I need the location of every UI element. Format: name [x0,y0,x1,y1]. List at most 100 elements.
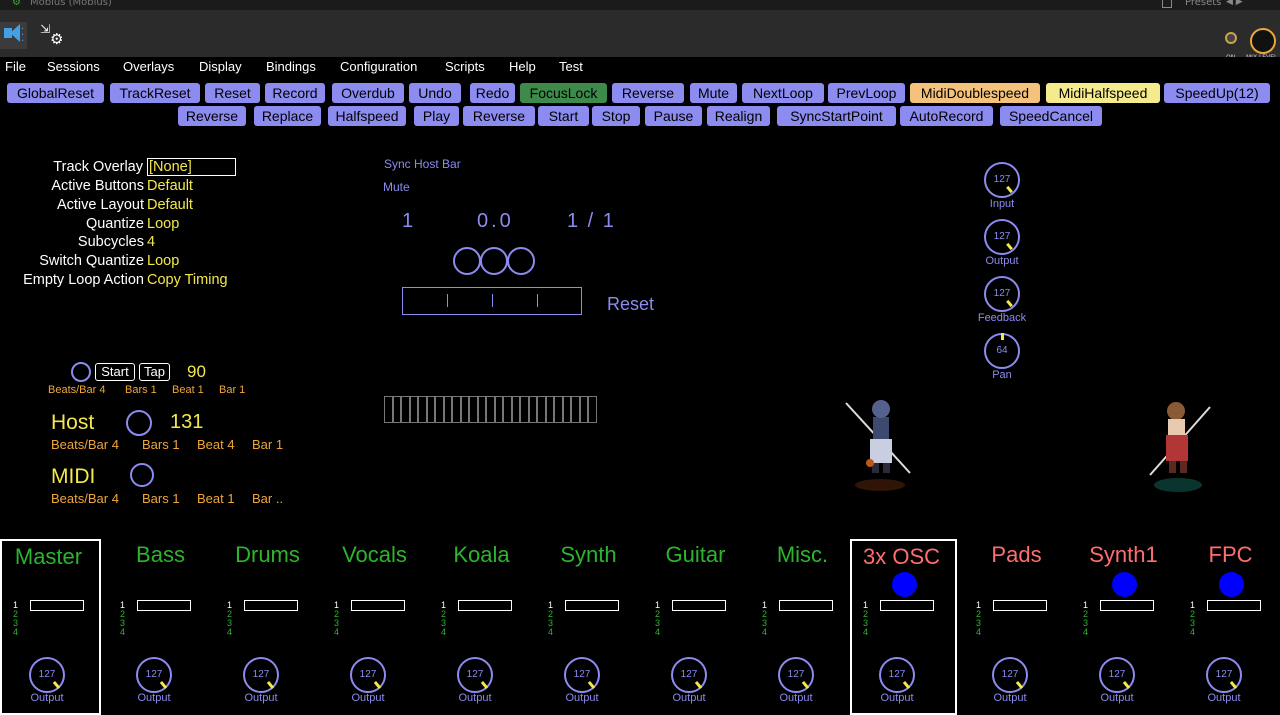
track-drums[interactable]: Drums 1 2 3 4 127 Output [214,539,321,715]
grid-icon[interactable] [1162,0,1172,8]
menu-scripts[interactable]: Scripts [445,59,485,74]
track-name: Koala [453,542,510,567]
button-reverse[interactable]: Reverse [612,83,684,103]
loop-number-4[interactable]: 4 [762,628,767,637]
button-overdub[interactable]: Overdub [332,83,404,103]
switch-quantize-label: Switch Quantize [39,253,144,269]
track-bass[interactable]: Bass 1 2 3 4 127 Output [107,539,214,715]
loop-number-4[interactable]: 4 [334,628,339,637]
button-reverse[interactable]: Reverse [178,106,246,126]
loop-number-4[interactable]: 4 [441,628,446,637]
button-pause[interactable]: Pause [645,106,702,126]
track-fpc[interactable]: FPC 1 2 3 4 127 Output [1177,539,1280,715]
menu-help[interactable]: Help [509,59,536,74]
loop-number-4[interactable]: 4 [1190,628,1195,637]
menu-bindings[interactable]: Bindings [266,59,316,74]
button-reset[interactable]: Reset [205,83,260,103]
menu-overlays[interactable]: Overlays [123,59,174,74]
track-guitar[interactable]: Guitar 1 2 3 4 127 Output [642,539,749,715]
track-output-knob[interactable]: 127 [457,657,493,693]
button-redo[interactable]: Redo [470,83,515,103]
track-vocals[interactable]: Vocals 1 2 3 4 127 Output [321,539,428,715]
loop-number-4[interactable]: 4 [227,628,232,637]
presets-label[interactable]: Presets [1185,0,1221,8]
button-focuslock[interactable]: FocusLock [520,83,607,103]
loop-number-4[interactable]: 4 [13,628,18,637]
track-output-label: Output [1207,692,1241,704]
button-reverse[interactable]: Reverse [463,106,535,126]
track-output-knob[interactable]: 127 [243,657,279,693]
loop-number-4[interactable]: 4 [655,628,660,637]
button-midihalfspeed[interactable]: MidiHalfspeed [1046,83,1160,103]
button-globalreset[interactable]: GlobalReset [7,83,104,103]
track-mode: Reset [607,294,655,314]
track-misc[interactable]: Misc. 1 2 3 4 127 Output [749,539,856,715]
pan-knob-label: Pan [992,369,1012,381]
loop-number-4[interactable]: 4 [548,628,553,637]
button-undo[interactable]: Undo [409,83,461,103]
track-output-knob[interactable]: 127 [778,657,814,693]
feedback-knob[interactable]: 127 [984,276,1020,312]
preset-arrows-icon[interactable]: ◀ ▶ [1226,0,1243,7]
button-replace[interactable]: Replace [254,106,321,126]
loop-number-4[interactable]: 4 [1083,628,1088,637]
track-output-knob[interactable]: 127 [992,657,1028,693]
start-button[interactable]: Start [95,363,135,381]
button-prevloop[interactable]: PrevLoop [828,83,905,103]
host-bars: Bars 1 [142,437,180,452]
button-play[interactable]: Play [414,106,459,126]
button-speedup-12[interactable]: SpeedUp(12) [1164,83,1270,103]
tap-button[interactable]: Tap [139,363,170,381]
loop-number-4[interactable]: 4 [863,628,868,637]
output-knob[interactable]: 127 [984,219,1020,255]
menu-sessions[interactable]: Sessions [47,59,100,74]
track-output-knob[interactable]: 127 [671,657,707,693]
button-syncstartpoint[interactable]: SyncStartPoint [777,106,896,126]
menu-file[interactable]: File [5,59,26,74]
button-mute[interactable]: Mute [690,83,737,103]
host-beat-indicator [126,410,152,436]
midi-bar: Bar .. [252,491,284,506]
track-output-knob[interactable]: 127 [1099,657,1135,693]
speaker-icon[interactable]: · · · [0,22,27,49]
output-knob-label: Output [985,255,1019,267]
track-output-knob[interactable]: 127 [29,657,65,693]
plugin-settings-icon[interactable]: ⇲ ⚙ [38,22,66,50]
loop-number-4[interactable]: 4 [120,628,125,637]
menu-display[interactable]: Display [199,59,242,74]
track-output-knob[interactable]: 127 [879,657,915,693]
mix-level-knob[interactable] [1250,28,1276,54]
track-3x-osc[interactable]: 3x OSC 1 2 3 4 127 Output [850,539,957,715]
track-master[interactable]: Master 1 2 3 4 127 Output [0,539,101,715]
track-koala[interactable]: Koala 1 2 3 4 127 Output [428,539,535,715]
loop-cell [545,396,554,423]
menu-test[interactable]: Test [559,59,583,74]
loop-number-4[interactable]: 4 [976,628,981,637]
button-mididoublespeed[interactable]: MidiDoublespeed [910,83,1040,103]
button-record[interactable]: Record [265,83,325,103]
button-start[interactable]: Start [538,106,589,126]
button-trackreset[interactable]: TrackReset [110,83,200,103]
track-synth1[interactable]: Synth1 1 2 3 4 127 Output [1070,539,1177,715]
track-output-knob[interactable]: 127 [350,657,386,693]
loop-position: 0.0 [477,210,514,232]
button-autorecord[interactable]: AutoRecord [900,106,993,126]
pan-knob[interactable]: 64 [984,333,1020,369]
loop-cell [426,396,435,423]
track-pads[interactable]: Pads 1 2 3 4 127 Output [963,539,1070,715]
track-output-knob[interactable]: 127 [564,657,600,693]
button-nextloop[interactable]: NextLoop [742,83,824,103]
button-realign[interactable]: Realign [707,106,770,126]
track-overlay-field[interactable]: [None] [147,158,236,176]
track-output-knob[interactable]: 127 [136,657,172,693]
track-output-knob[interactable]: 127 [1206,657,1242,693]
menu-configuration[interactable]: Configuration [340,59,417,74]
track-output-label: Output [30,692,64,704]
on-knob[interactable] [1225,32,1237,44]
track-synth[interactable]: Synth 1 2 3 4 127 Output [535,539,642,715]
button-speedcancel[interactable]: SpeedCancel [1000,106,1102,126]
input-knob[interactable]: 127 [984,162,1020,198]
switch-quantize-value: Loop [147,253,180,269]
button-halfspeed[interactable]: Halfspeed [328,106,406,126]
button-stop[interactable]: Stop [592,106,640,126]
